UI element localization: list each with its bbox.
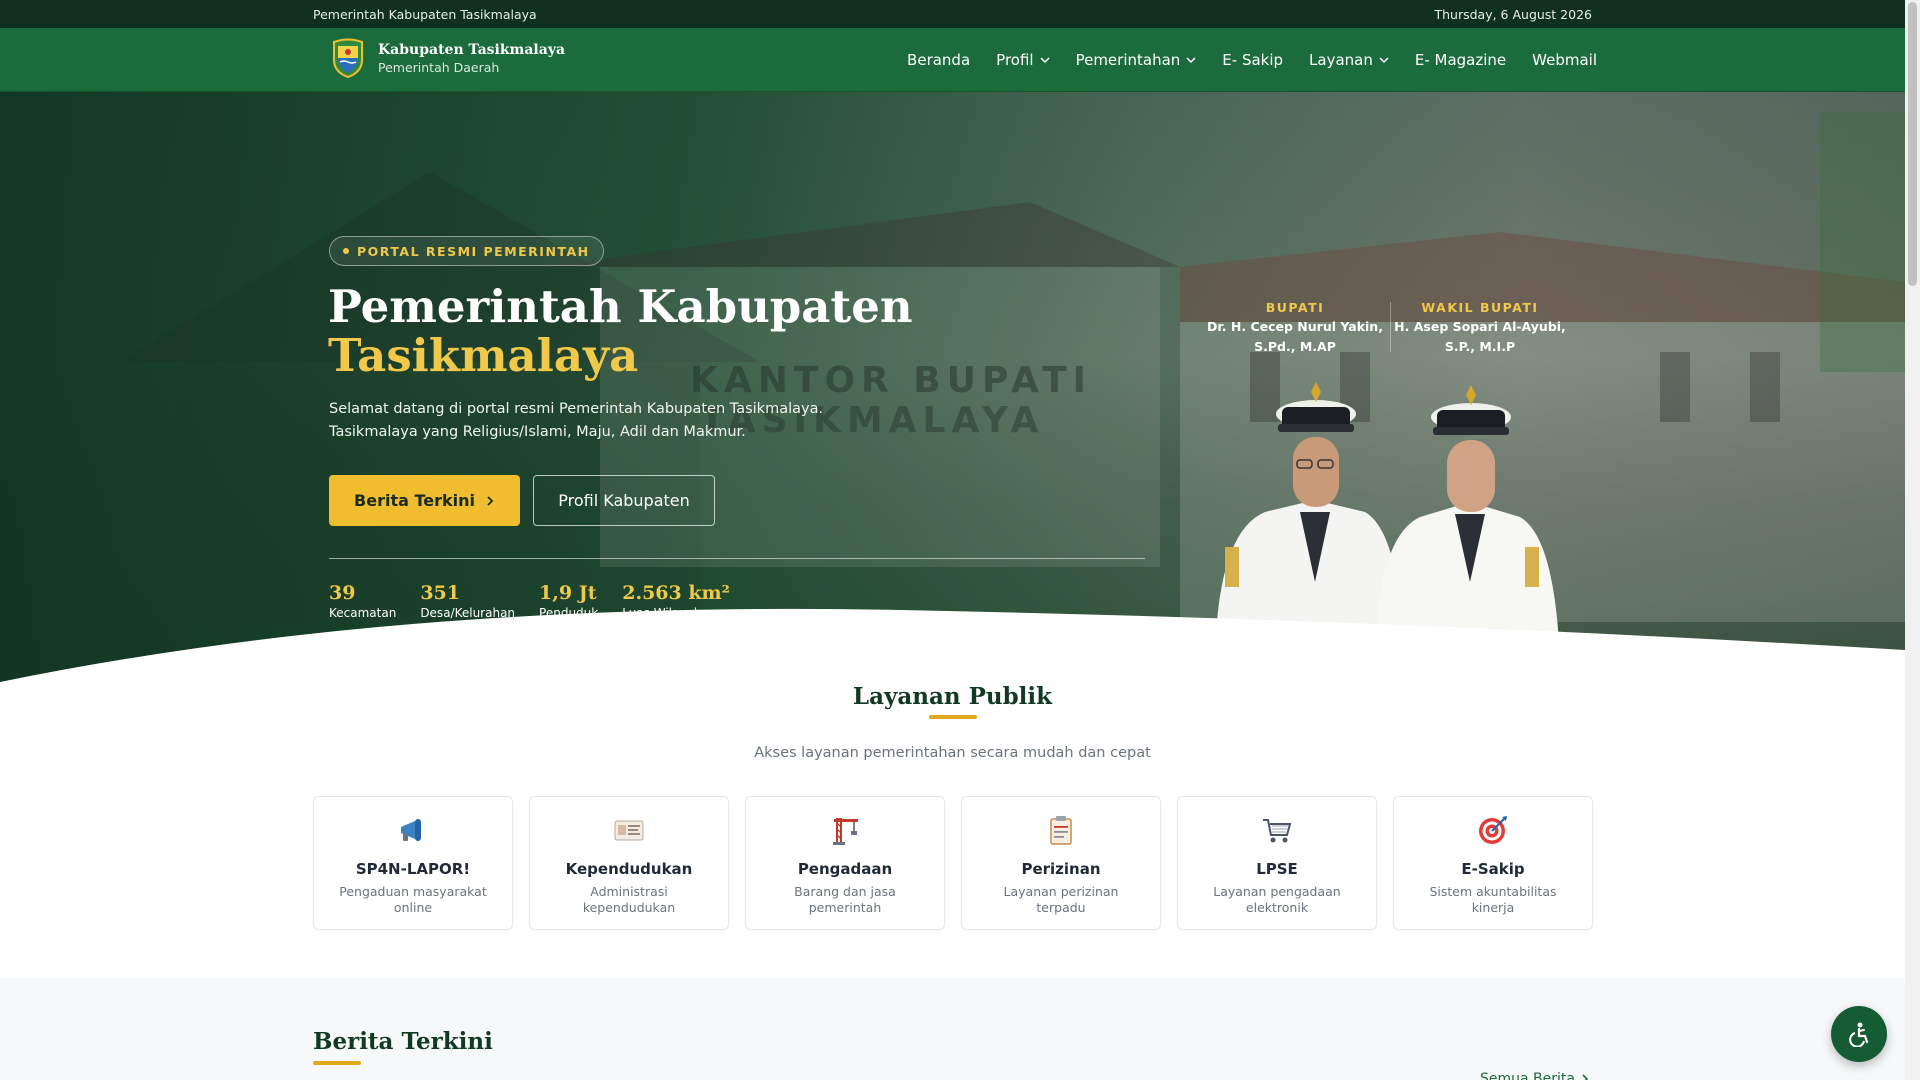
official-portal-badge: PORTAL RESMI PEMERINTAH [329,236,604,266]
target-icon [1479,816,1507,844]
service-description: Pengaduan masyarakat online [339,884,487,915]
nav-beranda-label: Beranda [907,51,971,69]
news-title: Berita Terkini [313,1028,493,1055]
badge-dot [343,248,349,254]
service-title: Kependudukan [565,860,693,878]
nav-e-sakip-label: E- Sakip [1222,51,1284,69]
nav-e-magazine[interactable]: E- Magazine [1415,51,1506,69]
brand-subtitle: Pemerintah Daerah [378,59,500,75]
service-card-lpse[interactable]: LPSE Layanan pengadaan elektronik [1177,796,1377,930]
news-title-underline [313,1061,361,1065]
nav-layanan-label: Layanan [1309,51,1373,69]
hero-title-line2: Tasikmalaya [328,329,639,382]
official-bupati: BUPATI Dr. H. Cecep Nurul Yakin, S.Pd., … [1205,300,1385,355]
regency-crest-icon [333,38,363,78]
badge-text: PORTAL RESMI PEMERINTAH [357,243,590,259]
hero-section: KANTOR BUPATI TASIKMALAYA PORTAL RESMI P… [0,92,1905,682]
construction-crane-icon [833,818,858,845]
official-name-line2: S.Pd., M.AP [1254,339,1336,354]
service-description: Sistem akuntabilitas kinerja [1429,884,1557,915]
accessibility-icon [1849,1022,1869,1047]
official-wakil-bupati: WAKIL BUPATI H. Asep Sopari Al-Ayubi, S.… [1390,300,1570,355]
nav-layanan[interactable]: Layanan [1309,51,1389,69]
nav-e-magazine-label: E- Magazine [1414,51,1507,69]
top-bar: Pemerintah Kabupaten Tasikmalaya Thursda… [0,0,1905,28]
hero-divider [329,558,1145,559]
service-card-pengadaan[interactable]: Pengadaan Barang dan jasa pemerintah [745,796,945,930]
regency-profile-button-label: Profil Kabupaten [558,491,690,510]
official-role: WAKIL BUPATI [1421,300,1539,315]
services-grid: SP4N-LAPOR! Pengaduan masyarakat online … [313,796,1593,930]
page-scrollbar-thumb[interactable] [1908,2,1917,286]
service-title: E-Sakip [1461,860,1525,878]
service-description: Administrasi kependudukan [582,884,676,915]
nav-pemerintahan-label: Pemerintahan [1075,51,1181,69]
service-title: Pengadaan [797,860,893,878]
chevron-down-icon [1040,57,1050,64]
latest-news-button[interactable]: Berita Terkini [329,475,520,526]
hero-title-line1: Pemerintah Kabupaten [328,280,913,333]
chevron-down-icon [1186,57,1196,64]
latest-news-button-label: Berita Terkini [354,491,475,510]
official-name-line1: Dr. H. Cecep Nurul Yakin, [1207,319,1383,334]
nav-pemerintahan[interactable]: Pemerintahan [1076,51,1197,69]
service-description: Layanan pengadaan elektronik [1213,884,1341,915]
chevron-right-icon [487,495,494,506]
news-section [0,978,1905,1080]
brand-link[interactable]: Kabupaten Tasikmalaya Pemerintah Daerah [330,38,565,78]
officials-captions: BUPATI Dr. H. Cecep Nurul Yakin, S.Pd., … [1205,300,1570,355]
chevron-down-icon [1379,57,1389,64]
main-nav: Beranda Profil Pemerintahan E- Sakip Lay… [907,28,1597,92]
service-card-kependudukan[interactable]: Kependudukan Administrasi kependudukan [529,796,729,930]
nav-profil[interactable]: Profil [996,51,1050,69]
service-title: SP4N-LAPOR! [355,860,471,878]
service-description: Barang dan jasa pemerintah [794,884,896,915]
hero-description: Selamat datang di portal resmi Pemerinta… [329,398,889,444]
hero-description-line1: Selamat datang di portal resmi Pemerinta… [329,401,824,417]
accessibility-button[interactable] [1831,1006,1887,1062]
hero-description-line2: Tasikmalaya yang Religius/Islami, Maju, … [329,424,746,440]
regency-profile-button[interactable]: Profil Kabupaten [533,475,715,526]
official-name-line1: H. Asep Sopari Al-Ayubi, [1394,319,1566,334]
id-card-icon [614,820,644,841]
nav-profil-label: Profil [996,51,1034,69]
office-building-background: KANTOR BUPATI TASIKMALAYA [120,112,1905,622]
topbar-date: Thursday, 6 August 2026 [1434,6,1592,22]
megaphone-icon [401,819,421,841]
brand-name: Kabupaten Tasikmalaya [378,41,566,58]
see-all-news-label: Semua Berita [1480,1071,1575,1080]
chevron-right-icon [1582,1074,1589,1080]
hero-title: Pemerintah Kabupaten Tasikmalaya [328,282,913,380]
nav-webmail-label: Webmail [1532,51,1597,69]
see-all-news-link[interactable]: Semua Berita [1480,1071,1589,1080]
services-title: Layanan Publik [852,683,1053,710]
nav-e-sakip[interactable]: E- Sakip [1222,51,1283,69]
service-card-sp4n-lapor[interactable]: SP4N-LAPOR! Pengaduan masyarakat online [313,796,513,930]
nav-webmail[interactable]: Webmail [1532,51,1597,69]
service-description: Layanan perizinan terpadu [1003,884,1119,915]
service-card-perizinan[interactable]: Perizinan Layanan perizinan terpadu [961,796,1161,930]
official-role: BUPATI [1265,300,1325,315]
hero-bottom-wave [0,608,1905,682]
service-title: Perizinan [1021,860,1101,878]
officials-divider [1390,302,1391,352]
official-name-line2: S.P., M.I.P [1444,339,1516,354]
topbar-government-name: Pemerintah Kabupaten Tasikmalaya [313,6,537,22]
service-card-e-sakip[interactable]: E-Sakip Sistem akuntabilitas kinerja [1393,796,1593,930]
shopping-cart-icon [1263,819,1292,843]
services-title-underline [929,715,977,719]
services-subtitle: Akses layanan pemerintahan secara mudah … [754,745,1151,761]
nav-beranda[interactable]: Beranda [907,51,970,69]
clipboard-icon [1050,816,1072,845]
service-title: LPSE [1256,860,1298,878]
main-header: Kabupaten Tasikmalaya Pemerintah Daerah … [0,28,1905,92]
